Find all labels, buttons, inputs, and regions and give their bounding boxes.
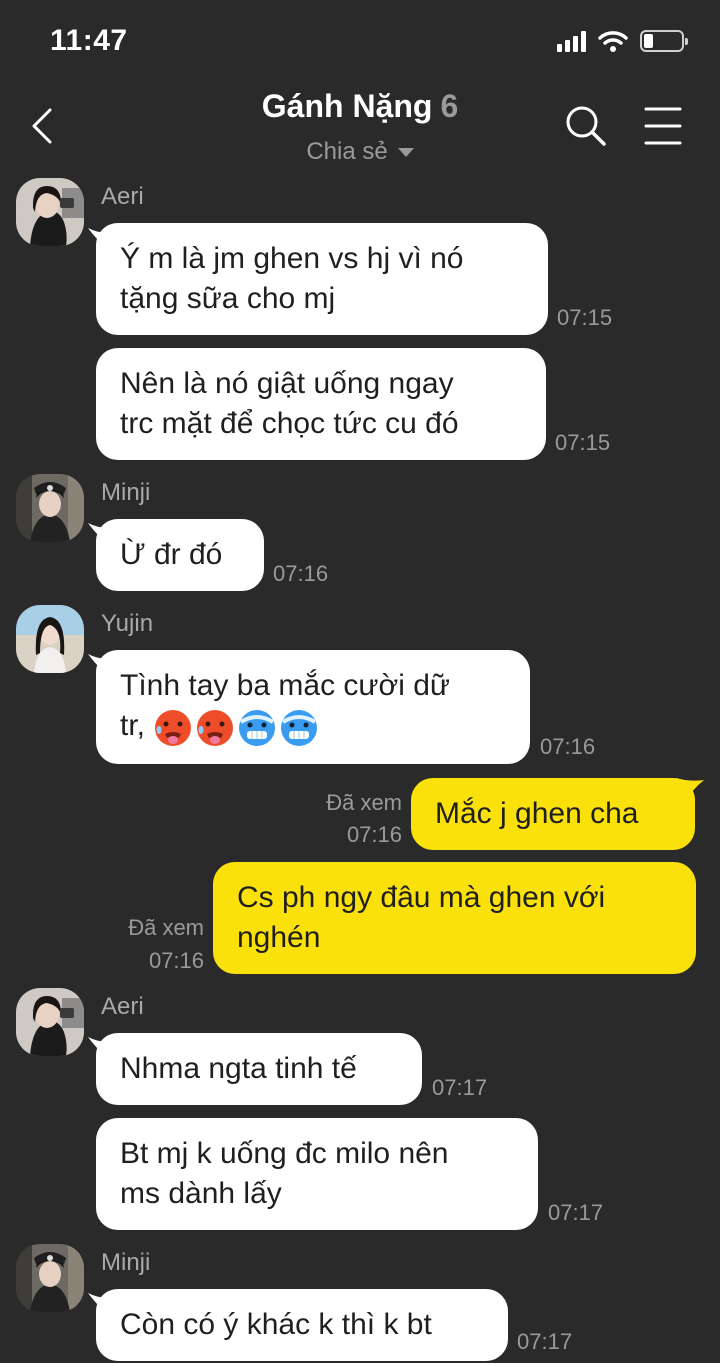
avatar-minji[interactable] [16,474,84,542]
sender-name: Aeri [101,993,144,1020]
message-line: tặng sữa cho mj [120,282,336,315]
sender-name: Minji [101,479,151,506]
hot-face-emoji-icon [197,709,234,746]
sender-name: Minji [101,1249,151,1276]
message-line: Cs ph ngy đâu mà ghen với [237,881,606,914]
message-line: tr, [120,709,146,743]
read-status: Đã xem [326,790,402,815]
message-time: 07:17 [517,1329,573,1354]
message-line-with-emoji: tr, [120,706,321,747]
read-status: Đã xem [128,915,204,940]
cold-face-emoji-icon [281,709,318,746]
message-line: Bt mj k uống đc milo nên [120,1137,449,1170]
message-time: 07:15 [557,305,613,330]
message-bubble[interactable]: Ừ đr đó [96,519,264,591]
message-bubble[interactable]: Nhma ngta tinh tế [96,1033,422,1105]
message-time: 07:16 [148,948,204,973]
message-line: trc mặt để chọc tức cu đó [120,407,459,440]
message-bubble[interactable]: Ý m là jm ghen vs hj vì nó tặng sữa cho … [96,223,548,335]
message-time: 07:17 [432,1075,488,1100]
message-bubble-outgoing[interactable]: Cs ph ngy đâu mà ghen với nghén [213,862,696,974]
message-text: Nhma ngta tinh tế [120,1052,357,1085]
message-time: 07:16 [346,822,402,847]
chat-screen: 11:47 Gánh Nặng 6 Chia sẻ Aeri Ý m là jm… [0,0,720,1363]
message-time: 07:17 [548,1200,604,1225]
message-text: Còn có ý khác k thì k bt [120,1308,432,1341]
message-line: nghén [237,921,321,954]
message-bubble[interactable]: Bt mj k uống đc milo nên ms dành lấy [96,1118,538,1230]
avatar-minji[interactable] [16,1244,84,1312]
avatar-aeri[interactable] [16,988,84,1056]
message-bubble[interactable]: Nên là nó giật uống ngay trc mặt để chọc… [96,348,546,460]
message-time: 07:16 [273,561,329,586]
sender-name: Yujin [101,610,154,637]
message-bubble[interactable]: Tình tay ba mắc cười dữ tr, [96,650,530,764]
message-line: ms dành lấy [120,1177,282,1210]
message-line: Tình tay ba mắc cười dữ [120,669,450,703]
message-time: 07:16 [540,734,596,759]
message-time: 07:15 [555,430,611,455]
message-text: Ừ đr đó [120,538,223,571]
message-bubble-outgoing[interactable]: Mắc j ghen cha [411,778,695,850]
message-line: Nên là nó giật uống ngay [120,367,454,400]
message-list[interactable]: Aeri Ý m là jm ghen vs hj vì nó tặng sữa… [0,0,720,1363]
message-text: Mắc j ghen cha [435,797,639,830]
bubble-tail [676,778,704,802]
message-bubble[interactable]: Còn có ý khác k thì k bt [96,1289,508,1361]
hot-face-emoji-icon [155,709,192,746]
sender-name: Aeri [101,183,144,210]
avatar-aeri[interactable] [16,178,84,246]
message-line: Ý m là jm ghen vs hj vì nó [120,242,464,275]
avatar-yujin[interactable] [16,605,84,673]
cold-face-emoji-icon [239,709,276,746]
